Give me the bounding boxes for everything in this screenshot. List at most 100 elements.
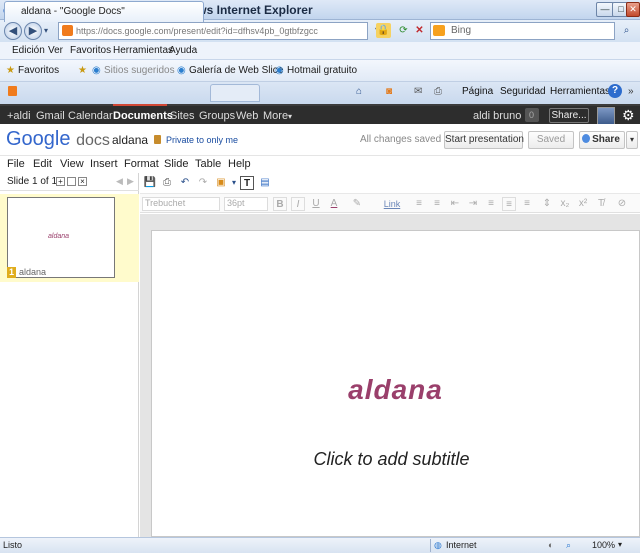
zone-label: Internet bbox=[446, 540, 477, 550]
size-select[interactable]: 36pt bbox=[224, 197, 268, 211]
gbar-user-name[interactable]: aldi bruno bbox=[473, 110, 521, 122]
increase-indent-icon[interactable]: ⇥ bbox=[466, 197, 480, 211]
menu-ver[interactable]: Ver bbox=[48, 45, 63, 56]
bold-button[interactable]: B bbox=[273, 197, 287, 211]
duplicate-slide-icon[interactable] bbox=[67, 177, 76, 186]
menu-file[interactable]: File bbox=[7, 158, 25, 170]
menu-slide[interactable]: Slide bbox=[164, 158, 188, 170]
insert-image-icon[interactable]: ▣ bbox=[214, 176, 228, 190]
refresh-icon[interactable]: ⟳ bbox=[396, 23, 411, 38]
bulleted-list-icon[interactable]: ≡ bbox=[430, 197, 444, 211]
address-bar[interactable]: https://docs.google.com/present/edit?id=… bbox=[58, 22, 368, 40]
print-icon[interactable]: ⎙ bbox=[434, 86, 442, 97]
settings-gear-icon[interactable]: ⚙ bbox=[622, 107, 635, 124]
slide-title[interactable]: aldana bbox=[151, 374, 640, 406]
menu-insert[interactable]: Insert bbox=[90, 158, 118, 170]
mail-icon[interactable]: ✉ bbox=[414, 86, 422, 97]
add-favorite-icon[interactable]: ★ bbox=[78, 65, 87, 76]
home-icon[interactable]: ⌂ bbox=[356, 86, 362, 97]
menu-view[interactable]: View bbox=[60, 158, 84, 170]
insert-textbox-icon[interactable]: T bbox=[240, 176, 254, 190]
menu-herramientas[interactable]: Herramientas bbox=[113, 45, 173, 56]
zoom-icon[interactable]: ⌕ bbox=[566, 540, 571, 551]
saved-button[interactable]: Saved bbox=[528, 131, 574, 149]
decrease-indent-icon[interactable]: ⇤ bbox=[448, 197, 462, 211]
feeds-icon[interactable]: ◙ bbox=[386, 86, 392, 97]
cmd-herramientas[interactable]: Herramientas bbox=[550, 86, 610, 97]
forward-icon[interactable]: ▶ bbox=[24, 22, 42, 40]
clear-formatting-icon[interactable]: T̸ bbox=[594, 197, 608, 211]
gbar-groups[interactable]: Groups bbox=[199, 110, 235, 122]
favorites-button[interactable]: Favoritos bbox=[18, 65, 59, 76]
fav-link-webslice[interactable]: Galería de Web Slice bbox=[189, 65, 283, 76]
italic-button[interactable]: I bbox=[291, 197, 305, 211]
menu-format[interactable]: Format bbox=[124, 158, 159, 170]
share-dropdown-icon[interactable]: ▾ bbox=[626, 131, 638, 149]
tab-google-docs[interactable]: aldana - "Google Docs" bbox=[4, 1, 204, 22]
document-title[interactable]: aldana bbox=[112, 133, 148, 147]
privacy-status[interactable]: Private to only me bbox=[166, 135, 238, 145]
superscript-icon[interactable]: x² bbox=[576, 197, 590, 211]
print-doc-icon[interactable]: ⎙ bbox=[160, 176, 174, 190]
zoom-level[interactable]: 100% bbox=[592, 540, 615, 550]
back-icon[interactable]: ◀ bbox=[4, 22, 22, 40]
protected-mode-icon[interactable]: ◐ bbox=[548, 540, 553, 550]
align-right-icon[interactable]: ≡ bbox=[520, 197, 534, 211]
menu-help[interactable]: Help bbox=[228, 158, 251, 170]
stop-icon[interactable]: ✕ bbox=[412, 23, 427, 38]
new-tab-button[interactable] bbox=[210, 84, 260, 102]
lock-icon[interactable]: 🔒 bbox=[376, 23, 391, 38]
fav-link-suggested[interactable]: Sitios sugeridos bbox=[104, 65, 175, 76]
redo-icon[interactable]: ↷ bbox=[196, 176, 210, 190]
thumbnail-label: aldana bbox=[19, 267, 47, 277]
menu-edicion[interactable]: Edición bbox=[12, 45, 45, 56]
underline-button[interactable]: U bbox=[309, 197, 323, 211]
next-slide-icon[interactable]: ▶ bbox=[127, 176, 134, 187]
gbar-documents[interactable]: Documents bbox=[113, 110, 173, 122]
gbar-gmail[interactable]: Gmail bbox=[36, 110, 65, 122]
insert-image-dropdown-icon[interactable]: ▾ bbox=[227, 176, 241, 190]
menu-table[interactable]: Table bbox=[195, 158, 221, 170]
search-input[interactable]: Bing bbox=[430, 22, 615, 40]
help-icon[interactable]: ? bbox=[608, 84, 622, 98]
gbar-more[interactable]: More bbox=[263, 110, 288, 122]
numbered-list-icon[interactable]: ≡ bbox=[412, 197, 426, 211]
insert-video-icon[interactable]: ▤ bbox=[258, 176, 272, 190]
delete-slide-icon[interactable]: × bbox=[78, 177, 87, 186]
gbar-sites[interactable]: Sites bbox=[170, 110, 194, 122]
history-dropdown-icon[interactable]: ▾ bbox=[44, 26, 48, 35]
menu-favoritos[interactable]: Favoritos bbox=[70, 45, 111, 56]
highlight-color-icon[interactable]: ✎ bbox=[350, 197, 364, 211]
font-select[interactable]: Trebuchet bbox=[142, 197, 220, 211]
align-center-icon[interactable]: ≡ bbox=[502, 197, 516, 211]
line-spacing-icon[interactable]: ⇕ bbox=[540, 197, 554, 211]
docs-header: Google docs aldana Private to only me Al… bbox=[0, 124, 640, 156]
remove-link-icon[interactable]: ⊘ bbox=[615, 197, 629, 211]
add-slide-icon[interactable]: + bbox=[56, 177, 65, 186]
gbar-share-button[interactable]: Share... bbox=[549, 108, 589, 123]
address-row: ◀ ▶ ▾ https://docs.google.com/present/ed… bbox=[0, 20, 640, 42]
menu-ayuda[interactable]: Ayuda bbox=[169, 45, 197, 56]
prev-slide-icon[interactable]: ◀ bbox=[116, 176, 123, 187]
fav-link-hotmail[interactable]: Hotmail gratuito bbox=[287, 65, 357, 76]
align-left-icon[interactable]: ≡ bbox=[484, 197, 498, 211]
subscript-icon[interactable]: x₂ bbox=[558, 197, 572, 211]
gbar-web[interactable]: Web bbox=[236, 110, 258, 122]
search-icon[interactable]: ⌕ bbox=[619, 23, 634, 38]
gbar-calendar[interactable]: Calendar bbox=[68, 110, 113, 122]
avatar[interactable] bbox=[597, 107, 615, 125]
zoom-dropdown-icon[interactable]: ▾ bbox=[618, 540, 622, 549]
start-presentation-button[interactable]: Start presentation bbox=[444, 131, 524, 149]
close-button[interactable]: ✕ bbox=[626, 2, 640, 17]
text-color-button[interactable]: A bbox=[327, 197, 341, 211]
link-button[interactable]: Link bbox=[380, 197, 404, 211]
undo-icon[interactable]: ↶ bbox=[178, 176, 192, 190]
google-docs-logo[interactable]: Google docs bbox=[6, 128, 110, 151]
cmd-seguridad[interactable]: Seguridad bbox=[500, 86, 546, 97]
cmd-pagina[interactable]: Página bbox=[462, 86, 493, 97]
slide-subtitle-placeholder[interactable]: Click to add subtitle bbox=[151, 449, 632, 470]
save-icon[interactable]: 💾 bbox=[143, 176, 157, 190]
menu-edit[interactable]: Edit bbox=[33, 158, 52, 170]
gbar-plus-aldi[interactable]: +aldi bbox=[7, 110, 31, 122]
more-commands-icon[interactable]: » bbox=[628, 86, 634, 97]
